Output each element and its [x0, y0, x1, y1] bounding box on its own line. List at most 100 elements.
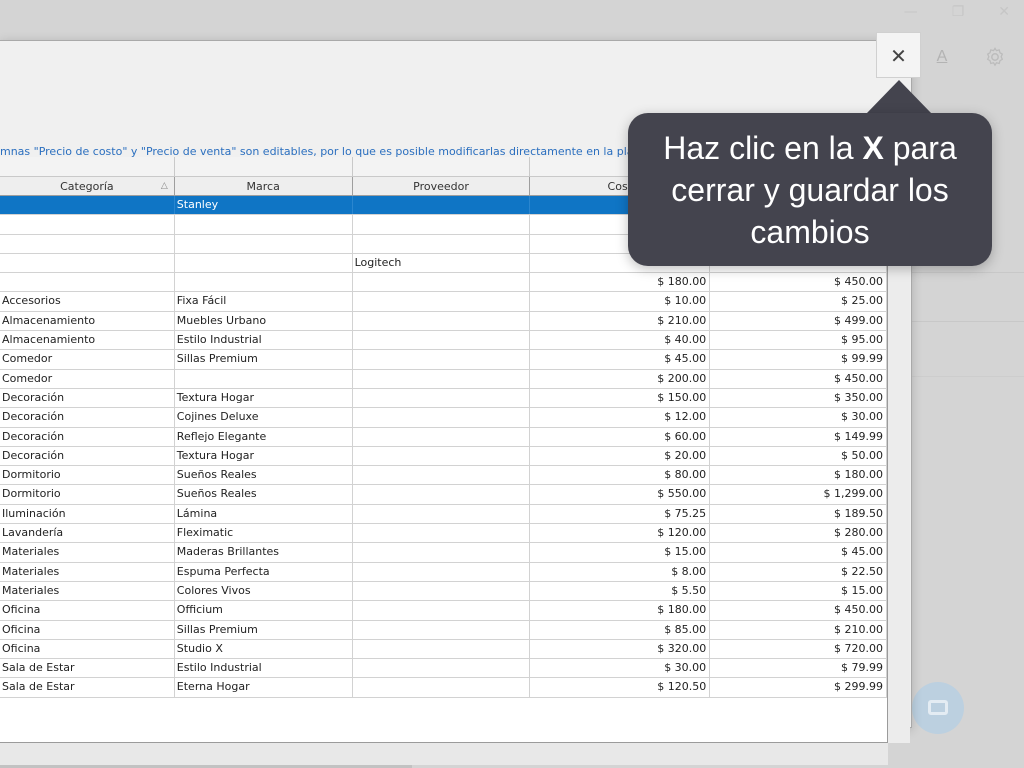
cell-marca: Colores Vivos — [175, 581, 353, 601]
cell-precio-venta[interactable]: $ 499.00 — [710, 311, 887, 331]
cell-precio-costo[interactable]: $ 75.25 — [530, 504, 711, 524]
cell-precio-venta[interactable]: $ 149.99 — [710, 427, 887, 446]
cell-precio-venta[interactable]: $ 15.00 — [710, 581, 887, 601]
cell-proveedor — [353, 446, 531, 466]
table-row[interactable]: Dormitorio Sueños Reales $ 550.00 $ 1,299.0… — [0, 485, 887, 505]
table-row[interactable]: Sala de Estar Eterna Hogar $ 120.50 $ 299.9… — [0, 678, 887, 698]
grid-body: Stanley Logitech $ 180.00 $ 450.00 Accesorio… — [0, 196, 887, 698]
cell-precio-venta[interactable]: $ 350.00 — [710, 388, 887, 408]
cell-marca: Muebles Urbano — [175, 311, 353, 331]
cell-precio-costo[interactable]: $ 30.00 — [530, 659, 711, 678]
table-row[interactable]: Oficina Officium $ 180.00 $ 450.00 — [0, 601, 887, 621]
cell-precio-costo[interactable]: $ 15.00 — [530, 543, 711, 562]
sort-ascending-icon: △ — [160, 181, 168, 191]
cell-precio-venta[interactable]: $ 99.99 — [710, 350, 887, 369]
horizontal-scrollbar[interactable] — [0, 743, 888, 765]
cell-precio-costo[interactable]: $ 80.00 — [530, 466, 711, 485]
cell-proveedor — [353, 215, 531, 234]
table-row[interactable]: Accesorios Fixa Fácil $ 10.00 $ 25.00 — [0, 292, 887, 312]
cell-proveedor — [353, 620, 531, 639]
cell-precio-venta[interactable]: $ 30.00 — [710, 408, 887, 427]
table-row[interactable]: Oficina Sillas Premium $ 85.00 $ 210.00 — [0, 620, 887, 640]
cell-precio-venta[interactable]: $ 189.50 — [710, 504, 887, 524]
cell-precio-venta[interactable]: $ 450.00 — [710, 273, 887, 292]
table-row[interactable]: Sala de Estar Estilo Industrial $ 30.00 $ 7… — [0, 659, 887, 679]
cell-marca: Textura Hogar — [175, 446, 353, 466]
cell-precio-costo[interactable]: $ 210.00 — [530, 311, 711, 331]
cell-precio-costo[interactable]: $ 200.00 — [530, 369, 711, 388]
cell-marca — [175, 253, 353, 273]
cell-precio-costo[interactable]: $ 40.00 — [530, 331, 711, 350]
table-row[interactable]: Decoración Reflejo Elegante $ 60.00 $ 149.9… — [0, 427, 887, 447]
cell-categoria: Decoración — [0, 446, 175, 466]
table-row[interactable]: Comedor Sillas Premium $ 45.00 $ 99.99 — [0, 350, 887, 370]
cell-precio-costo[interactable]: $ 180.00 — [530, 273, 711, 292]
cell-categoria: Oficina — [0, 620, 175, 639]
cell-categoria: Sala de Estar — [0, 678, 175, 697]
cell-proveedor — [353, 234, 531, 253]
cell-precio-venta[interactable]: $ 299.99 — [710, 678, 887, 697]
table-row[interactable]: Lavandería Fleximatic $ 120.00 $ 280.00 — [0, 524, 887, 544]
cell-categoria: Decoración — [0, 388, 175, 408]
cell-marca: Lámina — [175, 504, 353, 524]
cell-marca: Fleximatic — [175, 524, 353, 543]
cell-marca: Sillas Premium — [175, 350, 353, 369]
cell-precio-costo[interactable]: $ 45.00 — [530, 350, 711, 369]
table-row[interactable]: Decoración Cojines Deluxe $ 12.00 $ 30.00 — [0, 408, 887, 428]
cell-precio-venta[interactable]: $ 450.00 — [710, 369, 887, 388]
table-row[interactable]: Decoración Textura Hogar $ 150.00 $ 350.00 — [0, 388, 887, 409]
cell-precio-costo[interactable]: $ 20.00 — [530, 446, 711, 466]
column-header-marca[interactable]: Marca — [175, 177, 353, 195]
cell-categoria: Comedor — [0, 369, 175, 388]
cell-precio-costo[interactable]: $ 60.00 — [530, 427, 711, 446]
cell-precio-costo[interactable]: $ 550.00 — [530, 485, 711, 504]
cell-precio-costo[interactable]: $ 85.00 — [530, 620, 711, 639]
table-row[interactable]: $ 180.00 $ 450.00 — [0, 273, 887, 293]
background-panel — [912, 272, 1024, 322]
cell-precio-venta[interactable]: $ 22.50 — [710, 562, 887, 581]
cell-precio-venta[interactable]: $ 450.00 — [710, 601, 887, 620]
cell-precio-costo[interactable]: $ 150.00 — [530, 388, 711, 408]
cell-precio-venta[interactable]: $ 50.00 — [710, 446, 887, 466]
cell-precio-costo[interactable]: $ 120.00 — [530, 524, 711, 543]
cell-precio-venta[interactable]: $ 95.00 — [710, 331, 887, 350]
chat-icon — [928, 700, 948, 715]
table-row[interactable]: Dormitorio Sueños Reales $ 80.00 $ 180.00 — [0, 466, 887, 486]
cell-precio-costo[interactable]: $ 120.50 — [530, 678, 711, 697]
cell-precio-venta[interactable]: $ 25.00 — [710, 292, 887, 311]
table-row[interactable]: Comedor $ 200.00 $ 450.00 — [0, 369, 887, 389]
cell-categoria: Materiales — [0, 543, 175, 562]
table-row[interactable]: Decoración Textura Hogar $ 20.00 $ 50.00 — [0, 446, 887, 467]
table-row[interactable]: Oficina Studio X $ 320.00 $ 720.00 — [0, 639, 887, 660]
cell-precio-costo[interactable]: $ 8.00 — [530, 562, 711, 581]
table-row[interactable]: Iluminación Lámina $ 75.25 $ 189.50 — [0, 504, 887, 525]
cell-categoria: Iluminación — [0, 504, 175, 524]
cell-marca: Fixa Fácil — [175, 292, 353, 311]
table-row[interactable]: Almacenamiento Muebles Urbano $ 210.00 $ 49… — [0, 311, 887, 332]
close-dialog-button[interactable]: ✕ — [876, 32, 921, 78]
cell-precio-venta[interactable]: $ 280.00 — [710, 524, 887, 543]
column-header-proveedor[interactable]: Proveedor — [353, 177, 531, 195]
cell-categoria: Decoración — [0, 408, 175, 427]
table-row[interactable]: Almacenamiento Estilo Industrial $ 40.00 $ … — [0, 331, 887, 351]
cell-categoria: Materiales — [0, 562, 175, 581]
cell-precio-venta[interactable]: $ 1,299.00 — [710, 485, 887, 504]
cell-proveedor — [353, 196, 531, 215]
cell-precio-venta[interactable]: $ 210.00 — [710, 620, 887, 639]
cell-precio-costo[interactable]: $ 10.00 — [530, 292, 711, 311]
cell-precio-venta[interactable]: $ 180.00 — [710, 466, 887, 485]
cell-precio-costo[interactable]: $ 5.50 — [530, 581, 711, 601]
cell-precio-venta[interactable]: $ 79.99 — [710, 659, 887, 678]
cell-precio-costo[interactable]: $ 320.00 — [530, 639, 711, 659]
table-row[interactable]: Materiales Colores Vivos $ 5.50 $ 15.00 — [0, 581, 887, 602]
cell-precio-venta[interactable]: $ 45.00 — [710, 543, 887, 562]
cell-precio-costo[interactable]: $ 12.00 — [530, 408, 711, 427]
table-row[interactable]: Materiales Espuma Perfecta $ 8.00 $ 22.50 — [0, 562, 887, 582]
cell-marca: Maderas Brillantes — [175, 543, 353, 562]
table-row[interactable]: Materiales Maderas Brillantes $ 15.00 $ 45.… — [0, 543, 887, 563]
cell-precio-costo[interactable]: $ 180.00 — [530, 601, 711, 620]
cell-categoria: Sala de Estar — [0, 659, 175, 678]
column-header-categoria[interactable]: Categoría △ — [0, 177, 175, 195]
cell-marca: Officium — [175, 601, 353, 620]
cell-precio-venta[interactable]: $ 720.00 — [710, 639, 887, 659]
